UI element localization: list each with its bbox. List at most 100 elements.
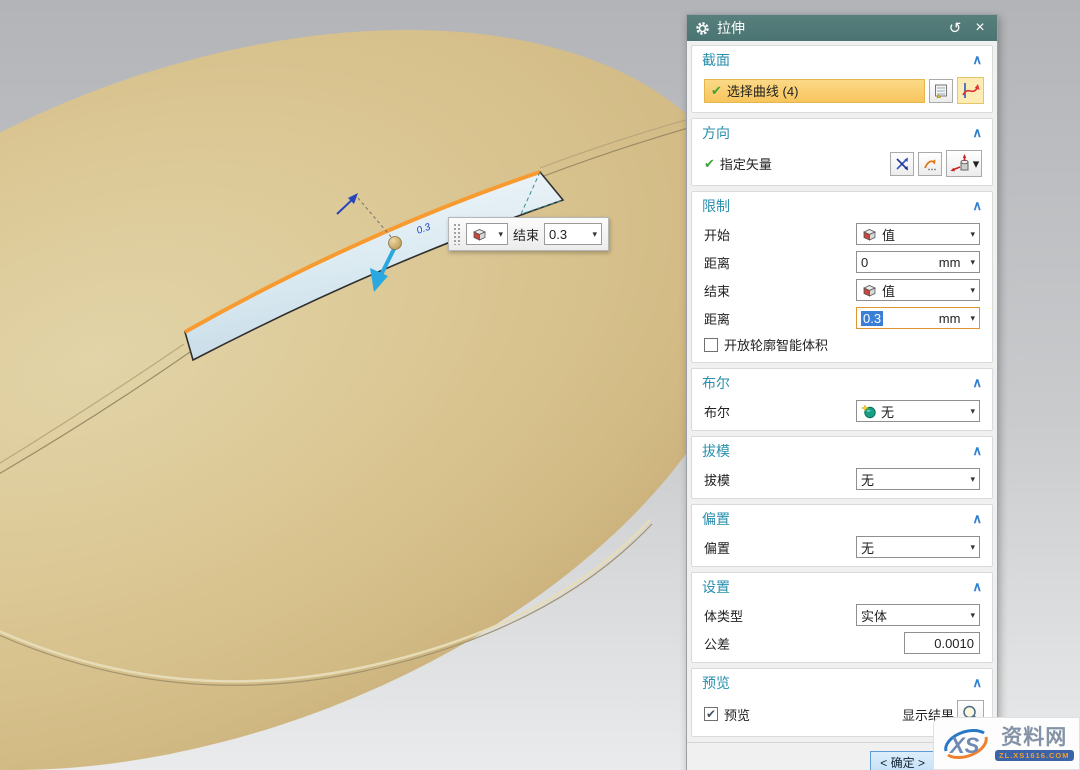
dropdown-arrow-icon: ▾ xyxy=(970,474,975,485)
watermark-site-url: ZL.XS1616.COM xyxy=(995,750,1074,761)
end-distance-label: 结束 xyxy=(513,225,539,244)
dropdown-arrow-icon: ▾ xyxy=(970,406,975,417)
value-cube-icon xyxy=(471,227,488,242)
check-icon: ✔ xyxy=(711,83,722,99)
end-distance-input[interactable]: 0.3 mm ▾ xyxy=(856,307,980,329)
vector-dialog-button[interactable]: ▾ xyxy=(946,150,982,177)
offset-group-header[interactable]: 偏置 ∧ xyxy=(692,505,992,532)
preview-checkbox[interactable]: ✔ xyxy=(704,707,718,721)
preview-checkbox-label: 预览 xyxy=(724,705,902,724)
start-distance-label: 距离 xyxy=(704,253,856,272)
start-limit-value: 值 xyxy=(882,225,895,244)
direction-header-label: 方向 xyxy=(702,123,730,143)
select-curve-bar[interactable]: ✔ 选择曲线 (4) xyxy=(704,79,925,103)
group-direction: 方向 ∧ ✔ 指定矢量 xyxy=(691,118,993,186)
offset-dropdown[interactable]: 无 ▾ xyxy=(856,536,980,558)
draft-header-label: 拔模 xyxy=(702,441,730,461)
draft-group-header[interactable]: 拔模 ∧ xyxy=(692,437,992,464)
end-label: 结束 xyxy=(704,281,856,300)
preview-group-header[interactable]: 预览 ∧ xyxy=(692,669,992,696)
boolean-label: 布尔 xyxy=(704,402,856,421)
dialog-body: 截面 ∧ ✔ 选择曲线 (4) xyxy=(687,41,997,737)
extrude-dialog: 拉伸 ↺ × 截面 ∧ ✔ 选择曲线 (4) xyxy=(686,14,998,770)
chevron-up-icon[interactable]: ∧ xyxy=(972,375,982,391)
tolerance-label: 公差 xyxy=(704,634,904,653)
drag-handle-grip-icon[interactable] xyxy=(453,223,461,245)
end-limit-dropdown[interactable]: 值 ▾ xyxy=(856,279,980,301)
specify-vector-label: 指定矢量 xyxy=(720,154,890,173)
dialog-title: 拉伸 xyxy=(717,18,939,38)
preview-header-label: 预览 xyxy=(702,673,730,693)
start-distance-value: 0 xyxy=(861,255,868,270)
section-sketch-button[interactable] xyxy=(929,79,953,103)
chevron-up-icon[interactable]: ∧ xyxy=(972,443,982,459)
limits-header-label: 限制 xyxy=(702,196,730,216)
open-profile-label: 开放轮廓智能体积 xyxy=(724,335,828,354)
settings-group-header[interactable]: 设置 ∧ xyxy=(692,573,992,600)
end-distance-input[interactable]: 0.3 ▾ xyxy=(544,223,602,245)
chevron-up-icon[interactable]: ∧ xyxy=(972,511,982,527)
body-type-dropdown[interactable]: 实体 ▾ xyxy=(856,604,980,626)
dropdown-arrow-icon: ▾ xyxy=(492,229,503,240)
boolean-none-icon xyxy=(861,404,877,419)
application-viewport: 0.3 ▾ 结束 0.3 ▾ 拉伸 ↺ × xyxy=(0,0,1080,770)
dropdown-arrow-icon: ▾ xyxy=(970,229,975,240)
body-type-label: 体类型 xyxy=(704,606,856,625)
onscreen-input-toolbar[interactable]: ▾ 结束 0.3 ▾ xyxy=(448,217,609,251)
group-boolean: 布尔 ∧ 布尔 无 ▾ xyxy=(691,368,993,431)
offset-value: 无 xyxy=(861,538,874,557)
reset-icon[interactable]: ↺ xyxy=(946,19,964,37)
chevron-up-icon[interactable]: ∧ xyxy=(972,675,982,691)
group-offset: 偏置 ∧ 偏置 无 ▾ xyxy=(691,504,993,567)
chevron-up-icon[interactable]: ∧ xyxy=(972,579,982,595)
dropdown-arrow-icon: ▾ xyxy=(970,610,975,621)
direction-group-header[interactable]: 方向 ∧ xyxy=(692,119,992,146)
open-profile-checkbox[interactable] xyxy=(704,338,718,352)
watermark-site-name: 资料网 xyxy=(1001,727,1067,749)
start-distance-input[interactable]: 0 mm ▾ xyxy=(856,251,980,273)
chevron-up-icon[interactable]: ∧ xyxy=(972,198,982,214)
dialog-titlebar[interactable]: 拉伸 ↺ × xyxy=(687,15,997,41)
tolerance-input[interactable]: 0.0010 xyxy=(904,632,980,654)
start-label: 开始 xyxy=(704,225,856,244)
watermark-logo-icon: XS xyxy=(940,723,992,765)
chevron-up-icon[interactable]: ∧ xyxy=(972,52,982,68)
end-distance-value: 0.3 xyxy=(861,311,883,326)
group-draft: 拔模 ∧ 拔模 无 ▾ xyxy=(691,436,993,499)
inferred-vector-button[interactable] xyxy=(890,152,914,176)
curve-rule-button[interactable] xyxy=(957,77,984,104)
curve-rule-icon xyxy=(961,81,980,100)
reverse-direction-button[interactable] xyxy=(918,152,942,176)
draft-dropdown[interactable]: 无 ▾ xyxy=(856,468,980,490)
boolean-group-header[interactable]: 布尔 ∧ xyxy=(692,369,992,396)
svg-text:XS: XS xyxy=(948,733,980,758)
boolean-value: 无 xyxy=(881,402,894,421)
offset-header-label: 偏置 xyxy=(702,509,730,529)
boolean-header-label: 布尔 xyxy=(702,373,730,393)
draft-label: 拔模 xyxy=(704,470,856,489)
end-limit-value: 值 xyxy=(882,281,895,300)
end-limit-type-dropdown[interactable]: ▾ xyxy=(466,223,508,245)
chevron-up-icon[interactable]: ∧ xyxy=(972,125,982,141)
dropdown-arrow-icon: ▾ xyxy=(970,313,975,324)
start-distance-unit[interactable]: mm xyxy=(939,255,971,270)
settings-header-label: 设置 xyxy=(702,577,730,597)
boolean-dropdown[interactable]: 无 ▾ xyxy=(856,400,980,422)
group-section: 截面 ∧ ✔ 选择曲线 (4) xyxy=(691,45,993,113)
sketch-section-icon xyxy=(933,83,949,99)
tolerance-value: 0.0010 xyxy=(934,636,974,651)
offset-label: 偏置 xyxy=(704,538,856,557)
drag-handle-sphere[interactable] xyxy=(389,237,402,250)
dropdown-arrow-icon: ▾ xyxy=(970,542,975,553)
end-distance-value: 0.3 xyxy=(549,227,567,242)
section-group-header[interactable]: 截面 ∧ xyxy=(692,46,992,73)
end-distance-label: 距离 xyxy=(704,309,856,328)
start-limit-dropdown[interactable]: 值 ▾ xyxy=(856,223,980,245)
close-icon[interactable]: × xyxy=(971,19,989,37)
end-distance-unit[interactable]: mm xyxy=(939,311,971,326)
gear-icon xyxy=(695,21,710,36)
reverse-direction-icon xyxy=(922,156,938,172)
ok-button[interactable]: < 确定 > xyxy=(870,751,935,770)
limits-group-header[interactable]: 限制 ∧ xyxy=(692,192,992,219)
watermark: XS 资料网 ZL.XS1616.COM xyxy=(933,717,1080,770)
